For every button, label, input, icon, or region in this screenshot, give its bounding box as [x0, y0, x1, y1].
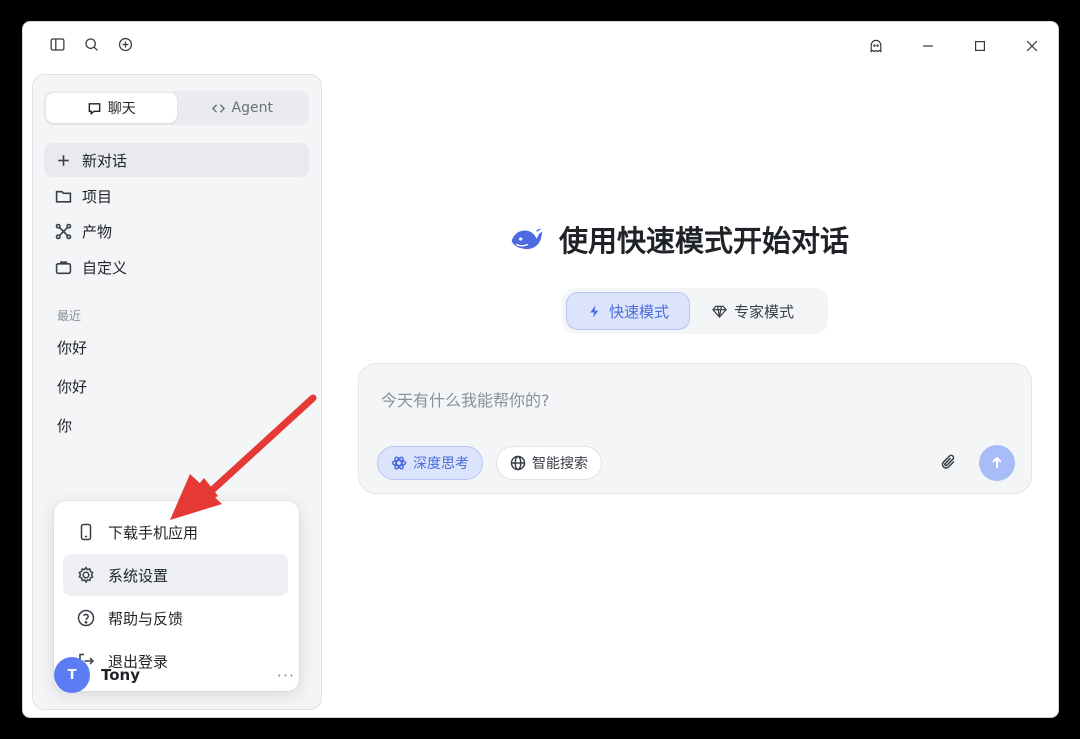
- fast-mode-label: 快速模式: [608, 302, 669, 321]
- app-window: 聊天 Agent 新对话 项目 产物 自定义 最近 你好 你好 你 下载手机应用…: [22, 21, 1059, 718]
- sidebar-item-label: 新对话: [82, 151, 128, 170]
- diamond-icon: [712, 305, 727, 318]
- lightning-icon: [590, 304, 599, 318]
- maximize-icon[interactable]: [964, 34, 996, 58]
- recent-item[interactable]: 你: [57, 415, 72, 436]
- tab-chat-label: 聊天: [107, 101, 136, 117]
- deep-think-toggle[interactable]: 深度思考: [377, 446, 483, 480]
- menu-item-settings[interactable]: 系统设置: [63, 554, 288, 596]
- recent-item[interactable]: 你好: [57, 337, 87, 358]
- more-options-icon[interactable]: ···: [277, 666, 295, 685]
- sidebar-item-projects[interactable]: 项目: [44, 179, 309, 213]
- whale-logo-icon: [511, 228, 543, 250]
- recent-item[interactable]: 你好: [57, 376, 87, 397]
- titlebar-left-tools: [47, 34, 135, 54]
- smart-search-label: 智能搜索: [532, 456, 588, 472]
- phone-icon: [80, 523, 92, 541]
- smart-search-toggle[interactable]: 智能搜索: [496, 446, 602, 480]
- globe-icon: [510, 455, 526, 471]
- ghost-icon[interactable]: [860, 34, 892, 58]
- hero-heading: 使用快速模式开始对话: [509, 218, 849, 260]
- sidebar-item-customize[interactable]: 自定义: [44, 250, 309, 284]
- user-name: Tony: [101, 666, 141, 684]
- chat-bubble-icon: [88, 102, 101, 115]
- expert-mode-label: 专家模式: [733, 302, 794, 321]
- menu-item-label: 帮助与反馈: [108, 609, 184, 628]
- deep-think-label: 深度思考: [413, 456, 469, 472]
- sidebar-item-label: 产物: [82, 222, 113, 241]
- chat-input-placeholder[interactable]: 今天有什么我能帮你的?: [381, 387, 550, 411]
- menu-item-label: 系统设置: [108, 566, 169, 585]
- arrow-up-icon: [992, 456, 1002, 468]
- tab-agent[interactable]: Agent: [177, 93, 308, 123]
- fast-mode-button[interactable]: 快速模式: [566, 292, 690, 330]
- sidebar: 聊天 Agent 新对话 项目 产物 自定义 最近 你好 你好 你 下载手机应用…: [32, 74, 322, 710]
- help-circle-icon: [77, 609, 95, 627]
- sidebar-item-artifacts[interactable]: 产物: [44, 214, 309, 248]
- sidebar-item-label: 自定义: [82, 258, 128, 277]
- titlebar-right-controls: [860, 34, 1048, 58]
- gear-icon: [78, 566, 94, 584]
- sidebar-item-label: 项目: [82, 187, 113, 206]
- avatar[interactable]: T: [54, 657, 90, 693]
- plus-icon: [58, 154, 69, 166]
- atom-icon: [391, 456, 407, 470]
- menu-item-download-app[interactable]: 下载手机应用: [63, 511, 288, 553]
- expert-mode-button[interactable]: 专家模式: [690, 292, 816, 330]
- chat-mode-toggle: 快速模式 专家模式: [562, 288, 828, 334]
- sidebar-item-new-chat[interactable]: 新对话: [44, 143, 309, 177]
- briefcase-icon: [55, 260, 72, 274]
- new-chat-icon[interactable]: [115, 34, 135, 54]
- menu-item-help[interactable]: 帮助与反馈: [63, 597, 288, 639]
- close-icon[interactable]: [1016, 34, 1048, 58]
- search-icon[interactable]: [81, 34, 101, 54]
- code-brackets-icon: [211, 103, 225, 113]
- send-button[interactable]: [979, 445, 1015, 481]
- recent-section-label: 最近: [57, 309, 82, 323]
- minimize-icon[interactable]: [912, 34, 944, 58]
- chat-input-box[interactable]: 今天有什么我能帮你的? 深度思考 智能搜索: [358, 363, 1032, 494]
- user-profile-row[interactable]: T Tony ···: [54, 655, 299, 695]
- sidebar-mode-tabs: 聊天 Agent: [44, 91, 309, 125]
- nodes-icon: [55, 223, 72, 239]
- sidebar-toggle-icon[interactable]: [47, 34, 67, 54]
- tab-chat[interactable]: 聊天: [46, 93, 177, 123]
- page-title: 使用快速模式开始对话: [559, 224, 850, 258]
- attachment-icon[interactable]: [939, 452, 961, 474]
- tab-agent-label: Agent: [231, 100, 273, 116]
- menu-item-label: 下载手机应用: [108, 523, 199, 542]
- folder-icon: [55, 190, 72, 203]
